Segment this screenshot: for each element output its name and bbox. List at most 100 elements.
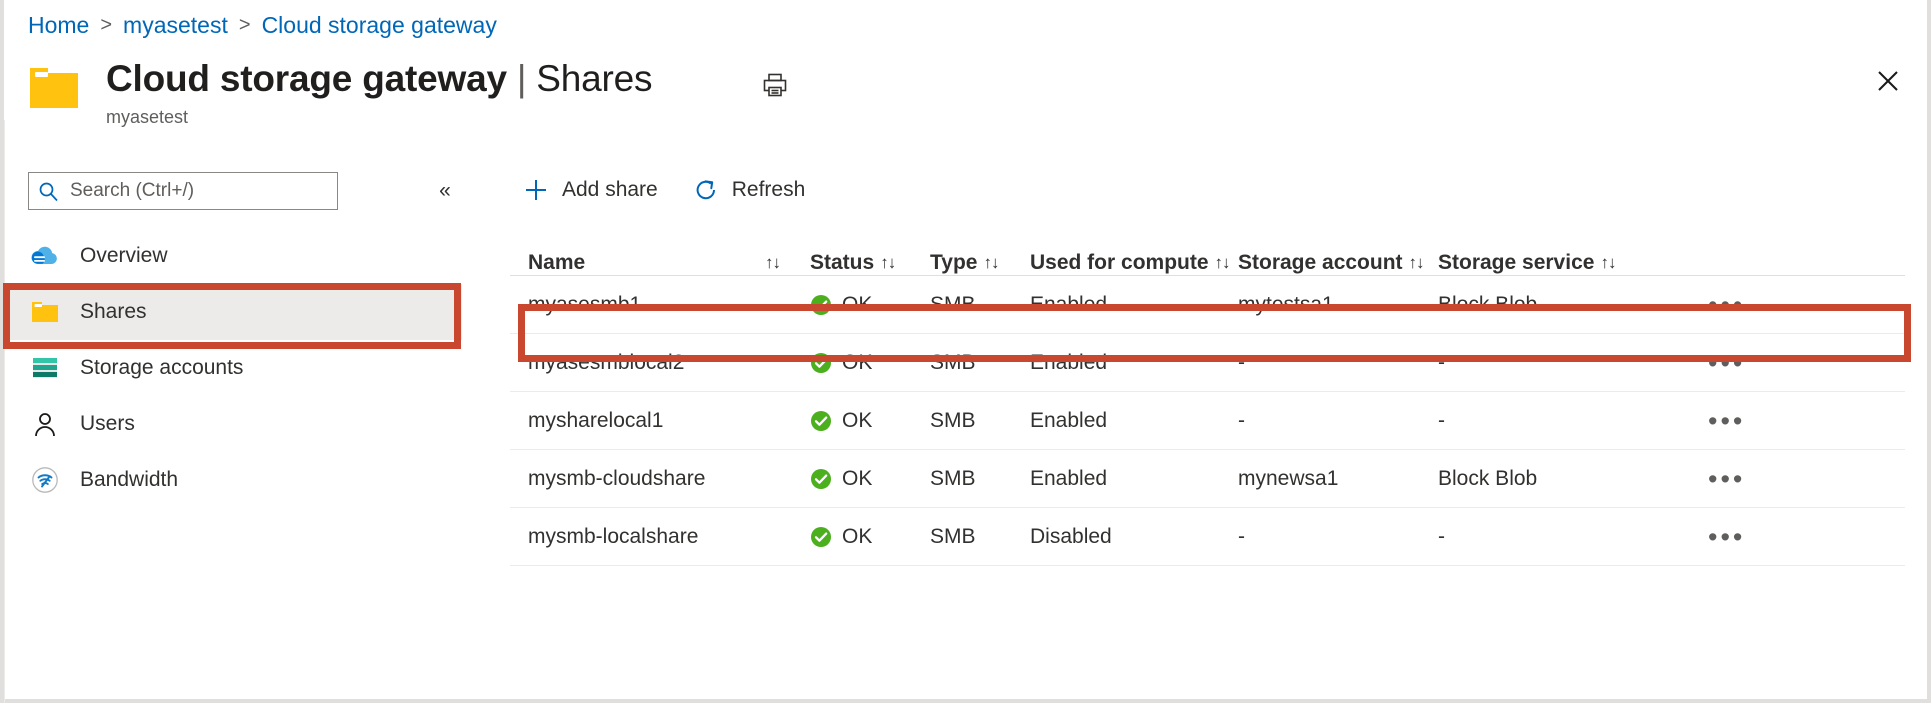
sidebar-item-label: Shares (80, 300, 147, 324)
breadcrumb-item-myasetest[interactable]: myasetest (123, 12, 228, 39)
folder-icon (28, 64, 80, 112)
sort-arrows-icon[interactable]: ↑↓ (1409, 253, 1424, 273)
print-icon[interactable] (758, 68, 792, 102)
column-header-label: Type (930, 251, 977, 275)
status-badge: OK (842, 293, 872, 317)
table-row[interactable]: myasesmb1 OK SMB Enabled mytestsa1 Block… (510, 276, 1905, 334)
cell-used-for-compute: Enabled (1030, 351, 1238, 375)
cell-name[interactable]: mysharelocal1 (510, 409, 810, 433)
search-input[interactable] (68, 179, 328, 203)
cell-used-for-compute: Enabled (1030, 467, 1238, 491)
column-header-label: Storage service (1438, 251, 1594, 275)
refresh-label: Refresh (732, 178, 806, 202)
check-circle-icon (810, 294, 832, 316)
cell-type: SMB (930, 409, 1030, 433)
column-header-type[interactable]: Type ↑↓ (930, 251, 1030, 275)
breadcrumb-separator: > (100, 14, 112, 37)
table-row[interactable]: mysmb-cloudshare OK SMB Enabled mynewsa1… (510, 450, 1905, 508)
column-header-label: Storage account (1238, 251, 1403, 275)
page-title-main: Cloud storage gateway (106, 58, 507, 99)
column-header-status[interactable]: Status ↑↓ (810, 251, 930, 275)
azure-portal-blade: Home > myasetest > Cloud storage gateway… (0, 0, 1931, 703)
cell-storage-account: - (1238, 409, 1438, 433)
page-subtitle: myasetest (106, 107, 652, 128)
more-options-icon[interactable]: ••• (1708, 532, 1745, 542)
page-title-section: Shares (536, 58, 652, 99)
page-header: Cloud storage gateway|Shares myasetest (28, 56, 652, 128)
plus-icon (522, 176, 550, 204)
refresh-icon (692, 176, 720, 204)
cell-storage-account: mynewsa1 (1238, 467, 1438, 491)
cell-status: OK (810, 293, 930, 317)
shares-table: Name ↑↓ Status ↑↓ Type ↑↓ Used for compu… (510, 228, 1905, 566)
breadcrumb-item-home[interactable]: Home (28, 12, 89, 39)
cell-name[interactable]: myasesmblocal2 (510, 351, 810, 375)
more-options-icon[interactable]: ••• (1708, 416, 1745, 426)
sidebar-item-bandwidth[interactable]: Bandwidth (4, 452, 462, 508)
page-title: Cloud storage gateway|Shares (106, 56, 652, 102)
cell-actions[interactable]: ••• (1643, 300, 1793, 310)
breadcrumb-item-cloud-storage-gateway[interactable]: Cloud storage gateway (262, 12, 497, 39)
table-row[interactable]: myasesmblocal2 OK SMB Enabled - - ••• (510, 334, 1905, 392)
sidebar-item-shares[interactable]: Shares (4, 284, 462, 340)
cell-status: OK (810, 467, 930, 491)
check-circle-icon (810, 526, 832, 548)
cell-actions[interactable]: ••• (1643, 532, 1793, 542)
cell-status: OK (810, 525, 930, 549)
cell-used-for-compute: Disabled (1030, 525, 1238, 549)
cell-name[interactable]: mysmb-cloudshare (510, 467, 810, 491)
column-header-name[interactable]: Name ↑↓ (510, 251, 810, 275)
cell-storage-service: - (1438, 525, 1643, 549)
more-options-icon[interactable]: ••• (1708, 474, 1745, 484)
column-header-label: Name (528, 251, 585, 275)
close-icon[interactable] (1869, 62, 1907, 100)
column-header-used-for-compute[interactable]: Used for compute ↑↓ (1030, 251, 1238, 275)
cell-actions[interactable]: ••• (1643, 358, 1793, 368)
status-badge: OK (842, 351, 872, 375)
cell-type: SMB (930, 525, 1030, 549)
column-header-storage-service[interactable]: Storage service ↑↓ (1438, 251, 1643, 275)
cell-name[interactable]: myasesmb1 (510, 293, 810, 317)
bandwidth-icon (28, 463, 62, 497)
user-icon (28, 407, 62, 441)
cell-name[interactable]: mysmb-localshare (510, 525, 810, 549)
more-options-icon[interactable]: ••• (1708, 358, 1745, 368)
sidebar-item-storage-accounts[interactable]: Storage accounts (4, 340, 462, 396)
cell-storage-service: Block Blob (1438, 467, 1643, 491)
cell-type: SMB (930, 293, 1030, 317)
status-badge: OK (842, 467, 872, 491)
window-edge-right (1927, 0, 1931, 703)
add-share-button[interactable]: Add share (510, 170, 670, 210)
table-row[interactable]: mysmb-localshare OK SMB Disabled - - ••• (510, 508, 1905, 566)
cell-actions[interactable]: ••• (1643, 416, 1793, 426)
sidebar-item-users[interactable]: Users (4, 396, 462, 452)
more-options-icon[interactable]: ••• (1708, 300, 1745, 310)
storage-account-icon (28, 351, 62, 385)
check-circle-icon (810, 410, 832, 432)
window-edge-bottom (0, 699, 1931, 703)
check-circle-icon (810, 468, 832, 490)
sort-arrows-icon[interactable]: ↑↓ (1600, 253, 1615, 273)
cell-actions[interactable]: ••• (1643, 474, 1793, 484)
sidebar-item-label: Bandwidth (80, 468, 178, 492)
sort-arrows-icon[interactable]: ↑↓ (1215, 253, 1230, 273)
refresh-button[interactable]: Refresh (680, 170, 818, 210)
status-badge: OK (842, 409, 872, 433)
cell-storage-service: - (1438, 409, 1643, 433)
status-badge: OK (842, 525, 872, 549)
breadcrumb-separator: > (239, 14, 251, 37)
cell-used-for-compute: Enabled (1030, 293, 1238, 317)
search-box[interactable] (28, 172, 338, 210)
command-bar: Add share Refresh (510, 170, 827, 210)
sidebar-item-overview[interactable]: Overview (4, 228, 462, 284)
sort-arrows-icon[interactable]: ↑↓ (765, 253, 780, 273)
cell-storage-account: - (1238, 351, 1438, 375)
table-header-row: Name ↑↓ Status ↑↓ Type ↑↓ Used for compu… (510, 228, 1905, 276)
column-header-storage-account[interactable]: Storage account ↑↓ (1238, 251, 1438, 275)
folder-icon (28, 295, 62, 329)
sort-arrows-icon[interactable]: ↑↓ (880, 253, 895, 273)
cell-storage-account: - (1238, 525, 1438, 549)
sort-arrows-icon[interactable]: ↑↓ (983, 253, 998, 273)
chevron-double-left-icon[interactable]: « (430, 176, 460, 206)
table-row[interactable]: mysharelocal1 OK SMB Enabled - - ••• (510, 392, 1905, 450)
